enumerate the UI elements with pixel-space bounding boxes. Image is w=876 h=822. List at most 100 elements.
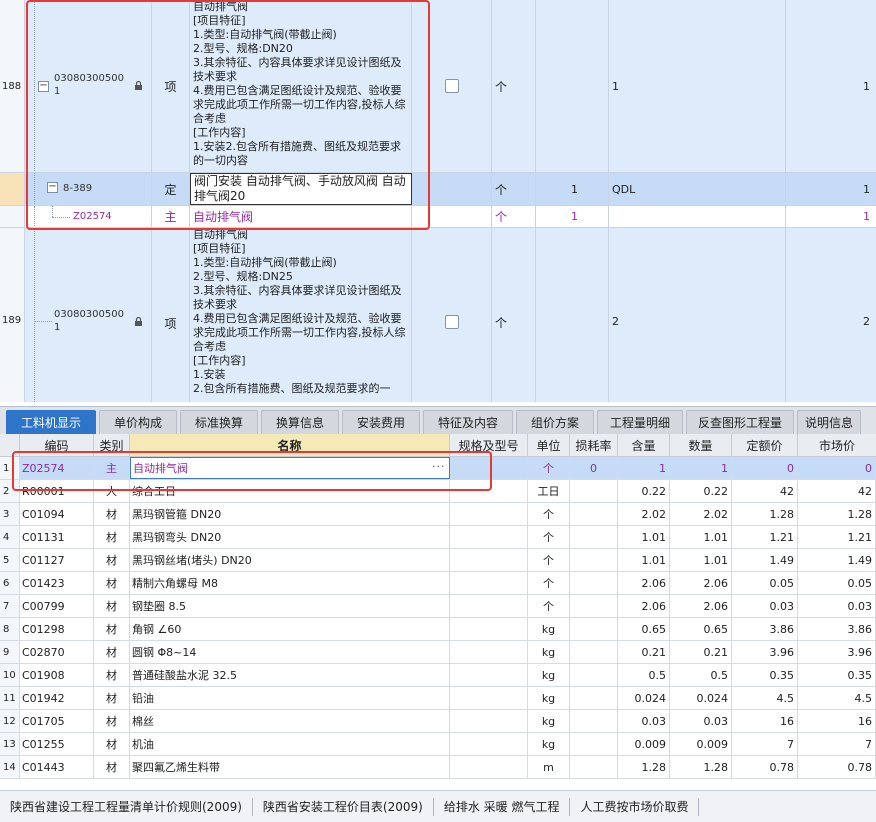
resource-market-price[interactable]: 3.96 <box>798 641 876 663</box>
item-expression[interactable]: 2 <box>609 228 786 402</box>
col-header-loss-rate[interactable]: 损耗率 <box>570 434 618 457</box>
item-expression[interactable]: 1 <box>609 0 786 172</box>
collapse-icon[interactable]: − <box>38 81 49 92</box>
resource-loss-rate[interactable] <box>570 618 618 640</box>
resource-spec[interactable] <box>450 733 528 755</box>
resource-loss-rate[interactable] <box>570 733 618 755</box>
resource-loss-rate[interactable] <box>570 503 618 525</box>
resource-unit[interactable]: kg <box>528 733 570 755</box>
resource-quota-price[interactable]: 42 <box>732 480 798 502</box>
resource-content[interactable]: 1 <box>618 457 670 479</box>
resource-row[interactable]: 4 C01131 材黑玛钢弯头 DN20 个 1.01 1.01 1.21 1.21 <box>0 526 876 549</box>
resource-name[interactable]: 综合工日 <box>130 480 450 502</box>
resource-spec[interactable] <box>450 710 528 732</box>
resource-quota-price[interactable]: 0.78 <box>732 756 798 778</box>
resource-content[interactable]: 0.21 <box>618 641 670 663</box>
resource-unit[interactable]: 个 <box>528 457 570 479</box>
col-header-unit[interactable]: 单位 <box>528 434 570 457</box>
resource-quantity[interactable]: 1.01 <box>670 526 732 548</box>
resource-quantity[interactable]: 1.01 <box>670 549 732 571</box>
resource-row[interactable]: 6 C01423 材精制六角螺母 M8 个 2.06 2.06 0.05 0.05 <box>0 572 876 595</box>
resource-market-price[interactable]: 0.03 <box>798 595 876 617</box>
resource-unit[interactable]: m <box>528 756 570 778</box>
resource-market-price[interactable]: 0.78 <box>798 756 876 778</box>
resource-quota-price[interactable]: 1.28 <box>732 503 798 525</box>
tab-standard-conversion[interactable]: 标准换算 <box>180 410 258 434</box>
resource-code[interactable]: C01423 <box>20 572 94 594</box>
resource-quantity[interactable]: 0.22 <box>670 480 732 502</box>
resource-name[interactable]: 机油 <box>130 733 450 755</box>
resource-unit[interactable]: 个 <box>528 595 570 617</box>
resource-content[interactable]: 1.28 <box>618 756 670 778</box>
bill-item-row[interactable]: 188 − 03080300500 1 项 自动排气阀 [项目特征] 1.类型:… <box>0 0 876 173</box>
resource-content[interactable]: 0.65 <box>618 618 670 640</box>
resource-loss-rate[interactable] <box>570 687 618 709</box>
resource-name[interactable]: 黑玛钢弯头 DN20 <box>130 526 450 548</box>
more-options-icon[interactable]: ··· <box>432 460 446 473</box>
resource-loss-rate[interactable]: 0 <box>570 457 618 479</box>
resource-quota-price[interactable]: 3.86 <box>732 618 798 640</box>
resource-category[interactable]: 材 <box>94 526 130 548</box>
tab-notes[interactable]: 说明信息 <box>797 410 861 434</box>
resource-name[interactable]: 聚四氟乙烯生料带 <box>130 756 450 778</box>
resource-market-price[interactable]: 0 <box>798 457 876 479</box>
resource-quantity[interactable]: 0.21 <box>670 641 732 663</box>
resource-market-price[interactable]: 7 <box>798 733 876 755</box>
resource-quantity[interactable]: 2.02 <box>670 503 732 525</box>
resource-quota-price[interactable]: 16 <box>732 710 798 732</box>
resource-unit[interactable]: 个 <box>528 572 570 594</box>
resource-loss-rate[interactable] <box>570 572 618 594</box>
resource-unit[interactable]: 个 <box>528 526 570 548</box>
resource-row[interactable]: 12 C01705 材棉丝 kg 0.03 0.03 16 16 <box>0 710 876 733</box>
resource-spec[interactable] <box>450 480 528 502</box>
resource-spec[interactable] <box>450 457 528 479</box>
resource-category[interactable]: 材 <box>94 503 130 525</box>
resource-category[interactable]: 主 <box>94 457 130 479</box>
resource-content[interactable]: 0.22 <box>618 480 670 502</box>
resource-name[interactable]: 黑玛钢管箍 DN20 <box>130 503 450 525</box>
resource-name[interactable]: 棉丝 <box>130 710 450 732</box>
resource-code[interactable]: C01094 <box>20 503 94 525</box>
resource-unit[interactable]: 个 <box>528 549 570 571</box>
resource-row[interactable]: 5 C01127 材黑玛钢丝堵(堵头) DN20 个 1.01 1.01 1.49 1.49 <box>0 549 876 572</box>
resource-category[interactable]: 材 <box>94 710 130 732</box>
resource-row[interactable]: 10 C01908 材普通硅酸盐水泥 32.5 kg 0.5 0.5 0.35 0.35 <box>0 664 876 687</box>
resource-loss-rate[interactable] <box>570 595 618 617</box>
resource-category[interactable]: 人 <box>94 480 130 502</box>
resource-quota-price[interactable]: 1.49 <box>732 549 798 571</box>
resource-quantity[interactable]: 2.06 <box>670 572 732 594</box>
resource-unit[interactable]: kg <box>528 687 570 709</box>
resource-spec[interactable] <box>450 687 528 709</box>
resource-market-price[interactable]: 3.86 <box>798 618 876 640</box>
resource-name[interactable]: 圆钢 Φ8~14 <box>130 641 450 663</box>
resource-name[interactable]: 钢垫圈 8.5 <box>130 595 450 617</box>
resource-category[interactable]: 材 <box>94 572 130 594</box>
collapse-icon[interactable]: − <box>47 182 58 193</box>
resource-quantity[interactable]: 0.5 <box>670 664 732 686</box>
resource-loss-rate[interactable] <box>570 549 618 571</box>
resource-spec[interactable] <box>450 549 528 571</box>
resource-spec[interactable] <box>450 618 528 640</box>
quota-row[interactable]: − 8-389 定 阀门安装 自动排气阀、手动放风阀 自动排气阀20 个 1 Q… <box>0 173 876 206</box>
resource-quantity[interactable]: 0.024 <box>670 687 732 709</box>
resource-quantity[interactable]: 0.009 <box>670 733 732 755</box>
col-header-quantity[interactable]: 数量 <box>670 434 732 457</box>
tab-unit-price[interactable]: 单价构成 <box>99 410 177 434</box>
resource-quantity[interactable]: 2.06 <box>670 595 732 617</box>
col-header-content[interactable]: 含量 <box>618 434 670 457</box>
resource-spec[interactable] <box>450 756 528 778</box>
resource-content[interactable]: 2.06 <box>618 595 670 617</box>
resource-code[interactable]: C01127 <box>20 549 94 571</box>
resource-unit[interactable]: kg <box>528 618 570 640</box>
tab-quantity-detail[interactable]: 工程量明细 <box>597 410 683 434</box>
tab-pricing-plan[interactable]: 组价方案 <box>516 410 594 434</box>
resource-category[interactable]: 材 <box>94 733 130 755</box>
item-description[interactable]: 自动排气阀 [项目特征] 1.类型:自动排气阀(带截止阀) 2.型号、规格:DN… <box>190 228 412 402</box>
resource-market-price[interactable]: 1.21 <box>798 526 876 548</box>
resource-quota-price[interactable]: 0 <box>732 457 798 479</box>
resource-code[interactable]: Z02574 <box>20 457 94 479</box>
resource-name[interactable]: 铅油 <box>130 687 450 709</box>
resource-row[interactable]: 9 C02870 材圆钢 Φ8~14 kg 0.21 0.21 3.96 3.96 <box>0 641 876 664</box>
col-header-category[interactable]: 类别 <box>94 434 130 457</box>
item-checkbox[interactable] <box>444 79 459 93</box>
